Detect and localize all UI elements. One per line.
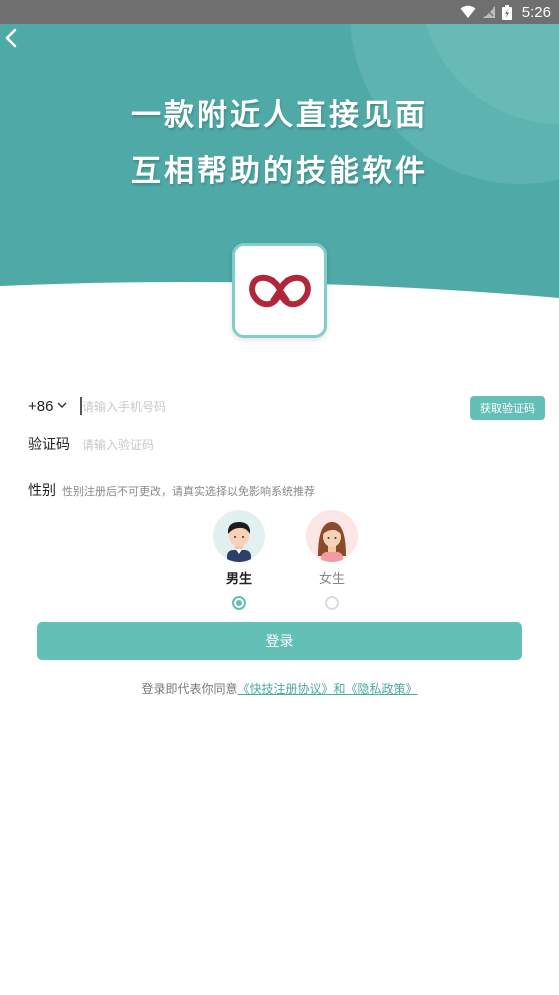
- signal-icon: [482, 6, 495, 18]
- code-row: 验证码: [0, 427, 559, 463]
- gender-row: 性别 性别注册后不可更改，请真实选择以免影响系统推荐: [0, 470, 559, 506]
- gender-option-male[interactable]: 男生: [209, 510, 269, 610]
- male-radio[interactable]: [232, 596, 246, 610]
- gender-hint: 性别注册后不可更改，请真实选择以免影响系统推荐: [62, 485, 315, 498]
- female-label: 女生: [318, 572, 345, 587]
- phone-input[interactable]: [82, 397, 452, 417]
- female-avatar-icon: [318, 522, 346, 562]
- agreement-link[interactable]: 《快技注册协议》和《隐私政策》: [238, 682, 418, 696]
- get-code-button[interactable]: 获取验证码: [470, 396, 545, 420]
- status-bar: 5:26: [0, 0, 559, 24]
- agreement-text: 登录即代表你同意《快技注册协议》和《隐私政策》: [0, 680, 559, 697]
- verification-code-input[interactable]: [82, 435, 382, 455]
- status-icons: 5:26: [460, 0, 551, 24]
- app-logo: [232, 243, 327, 338]
- male-label: 男生: [225, 572, 252, 587]
- gender-label: 性别: [28, 483, 56, 499]
- gender-option-female[interactable]: 女生: [302, 510, 362, 610]
- male-avatar: [213, 510, 265, 562]
- female-avatar: [306, 510, 358, 562]
- slogan-line-1: 一款附近人直接见面: [131, 98, 428, 133]
- login-button[interactable]: 登录: [37, 622, 522, 660]
- back-button[interactable]: [0, 24, 24, 52]
- slogan-line-2: 互相帮助的技能软件: [131, 154, 428, 189]
- wifi-icon: [460, 5, 476, 18]
- chevron-down-icon[interactable]: [56, 399, 68, 411]
- status-time: 5:26: [521, 3, 551, 21]
- female-radio[interactable]: [325, 596, 339, 610]
- agreement-prefix: 登录即代表你同意: [141, 682, 238, 696]
- male-avatar-icon: [227, 522, 251, 562]
- battery-icon: [501, 4, 512, 20]
- country-code-select[interactable]: +86: [28, 398, 53, 415]
- code-label: 验证码: [28, 437, 70, 453]
- double-heart-logo-icon: [248, 274, 311, 307]
